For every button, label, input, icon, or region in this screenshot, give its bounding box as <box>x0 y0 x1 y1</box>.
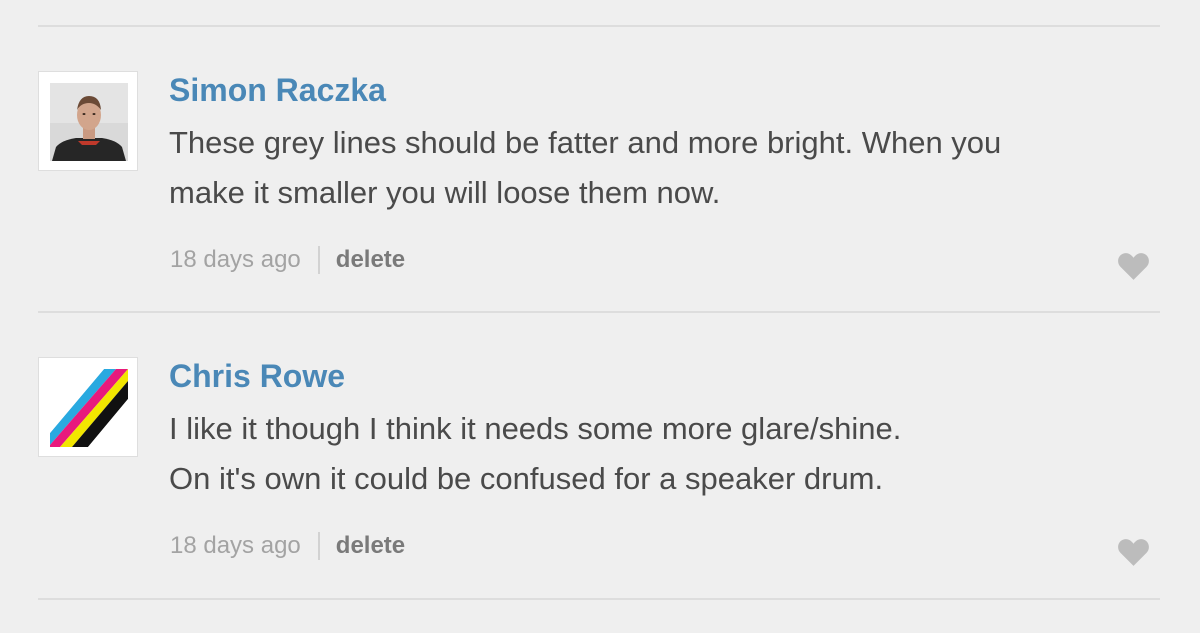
cmyk-stripes-avatar-icon <box>50 369 128 447</box>
author-link[interactable]: Simon Raczka <box>169 72 386 109</box>
person-photo-avatar-icon <box>50 83 128 161</box>
comment-text-line: On it's own it could be confused for a s… <box>169 461 884 496</box>
comment-item: Chris Rowe I like it though I think it n… <box>0 286 1200 566</box>
comments-thread: Simon Raczka These grey lines should be … <box>0 0 1200 633</box>
comment-text-line: I like it though I think it needs some m… <box>169 411 902 446</box>
timestamp: 18 days ago <box>170 532 301 559</box>
author-link[interactable]: Chris Rowe <box>169 358 345 395</box>
timestamp: 18 days ago <box>170 246 301 273</box>
delete-link[interactable]: delete <box>336 532 405 559</box>
comment-item: Simon Raczka These grey lines should be … <box>0 0 1200 280</box>
avatar[interactable] <box>38 71 138 171</box>
divider <box>38 598 1160 600</box>
comment-text-line: These grey lines should be fatter and mo… <box>169 125 1002 160</box>
heart-icon[interactable] <box>1117 251 1150 281</box>
comment-text-line: make it smaller you will loose them now. <box>169 175 721 210</box>
heart-icon[interactable] <box>1117 537 1150 567</box>
avatar[interactable] <box>38 357 138 457</box>
comment-meta: 18 days ago delete <box>170 246 405 276</box>
meta-separator <box>317 532 320 560</box>
meta-separator <box>317 246 320 274</box>
comment-meta: 18 days ago delete <box>170 532 405 562</box>
delete-link[interactable]: delete <box>336 246 405 273</box>
